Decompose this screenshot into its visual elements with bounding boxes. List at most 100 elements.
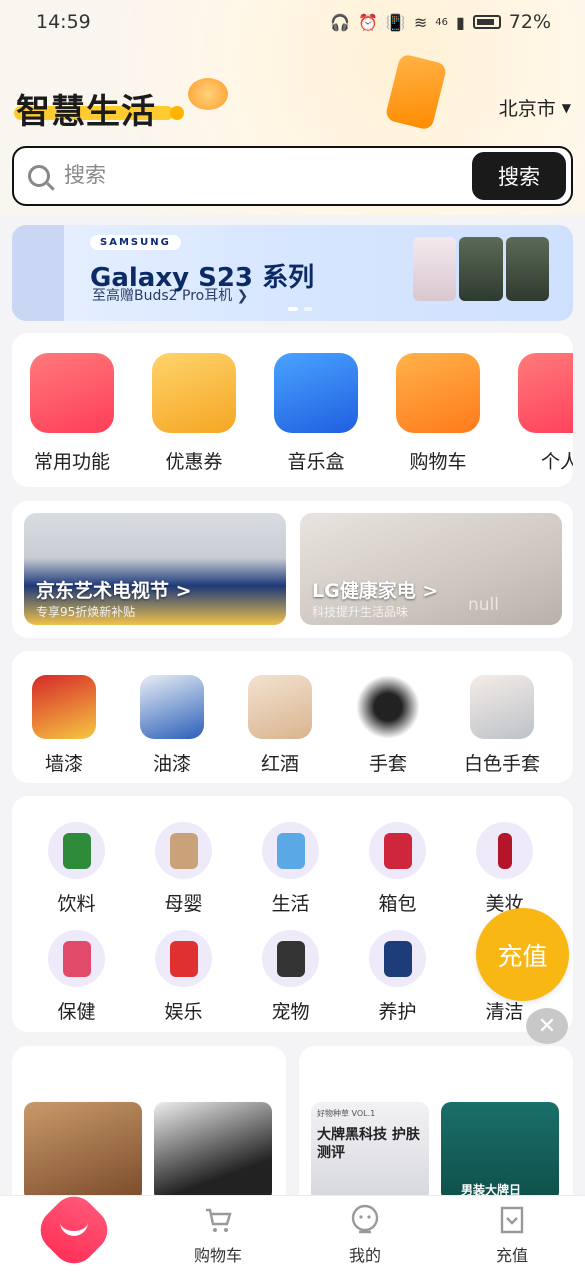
banner-prev-peek [12,225,64,321]
grid-item-care[interactable]: 养护 [369,930,426,1024]
coupon-icon [152,353,236,433]
drink-can-icon [48,822,105,879]
promo-banner[interactable]: SAMSUNG Galaxy S23 系列 至高赠Buds2 Pro耳机 ❯ [12,225,573,321]
pet-food-icon [262,930,319,987]
grid-label: 养护 [378,1001,417,1023]
tab-cart[interactable]: 购物车 [178,1204,258,1266]
engine-oil-icon [369,930,426,987]
caret-down-icon: ▼ [561,100,571,115]
wall-paint-image [32,675,96,739]
grid-label: 清洁 [485,1001,524,1023]
search-icon [28,165,50,187]
cart-icon [202,1204,234,1236]
func-label: 音乐盒 [287,451,345,473]
category-item[interactable]: 油漆 [140,675,204,776]
grid-item-baby[interactable]: 母婴 [155,822,212,916]
tab-label: 我的 [348,1246,381,1265]
headphones-icon: 🎧 [330,12,350,32]
banner-subtitle: 至高赠Buds2 Pro耳机 ❯ [92,288,249,304]
wifi-icon: ≋ [413,12,428,32]
status-icons: 🎧 ⏰ 📳 ≋ 46 ▮ 72% [330,11,551,33]
grid-label: 母婴 [164,893,203,915]
func-item-cart[interactable]: 购物车 [388,353,488,474]
water-pitcher-icon [262,822,319,879]
recharge-floating-button[interactable]: 充值 [476,908,569,1001]
banner-brand: SAMSUNG [90,235,181,250]
promo-lg[interactable]: LG健康家电 > 科技提升生活品味 null [300,513,562,625]
battery-percent: 72% [508,11,551,33]
category-item[interactable]: 手套 [356,675,420,776]
search-input[interactable] [64,164,472,188]
promo-title: LG健康家电 > [312,580,439,602]
func-label: 常用功能 [33,451,110,473]
tab-profile[interactable]: 我的 [325,1204,405,1266]
func-item-common[interactable]: 常用功能 [22,353,122,474]
category-label: 白色手套 [464,753,541,775]
supplement-jar-icon [48,930,105,987]
grid-label: 饮料 [57,893,96,915]
func-label: 个人 [540,451,573,473]
decoration-coin-icon [188,78,228,110]
menswear-image: 男装大牌日 [441,1102,559,1202]
status-bar: 14:59 🎧 ⏰ 📳 ≋ 46 ▮ 72% [0,0,585,44]
grid-item-beauty[interactable]: 美妆 [476,822,533,916]
func-item-coupon[interactable]: 优惠券 [144,353,244,474]
game-console-icon [155,930,212,987]
promo-title: 京东艺术电视节 > [36,580,192,602]
grid-item-drinks[interactable]: 饮料 [48,822,105,916]
category-label: 油漆 [152,753,191,775]
category-top-card: 墙漆 油漆 红酒 手套 白色手套 [12,651,573,783]
search-bar: 搜索 [12,146,573,206]
milk-powder-icon [155,822,212,879]
grid-item-bags[interactable]: 箱包 [369,822,426,916]
profile-icon [349,1204,381,1236]
promo-subtitle: 科技提升生活品味 [312,605,409,619]
grid-label: 保健 [57,1001,96,1023]
city-selector[interactable]: 北京市 ▼ [499,94,571,121]
feed-small-text: 好物种草 VOL.1 [317,1109,376,1118]
grid-label: 箱包 [378,893,417,915]
tab-recharge[interactable]: 充值 [472,1204,552,1266]
alarm-icon: ⏰ [357,12,378,32]
gift-box-icon [30,353,114,433]
sportswear-image [154,1102,272,1202]
category-label: 红酒 [260,753,299,775]
grid-label: 娱乐 [164,1001,203,1023]
func-item-personal[interactable]: 个人 [510,353,573,474]
skincare-review-image: 好物种草 VOL.1 大牌黑科技 护肤测评 [311,1102,429,1202]
grid-item-life[interactable]: 生活 [262,822,319,916]
func-label: 购物车 [409,451,467,473]
paint-bucket-image [140,675,204,739]
white-gloves-image [470,675,534,739]
promo-art-tv[interactable]: 京东艺术电视节 > 专享95折焕新补贴 [24,513,286,625]
logo-dot [170,106,184,120]
category-item[interactable]: 墙漆 [32,675,96,776]
banner-pagination [288,307,312,311]
grid-item-entertainment[interactable]: 娱乐 [155,930,212,1024]
promo-card: 京东艺术电视节 > 专享95折焕新补贴 LG健康家电 > 科技提升生活品味 nu… [12,501,573,638]
status-time: 14:59 [36,11,91,33]
quick-functions-card: 常用功能 优惠券 音乐盒 购物车 个人 [12,333,573,487]
grid-item-health[interactable]: 保健 [48,930,105,1024]
promo-subtitle: 专享95折焕新补贴 [36,605,136,619]
tab-label: 充值 [495,1246,528,1265]
search-button[interactable]: 搜索 [472,152,566,200]
grid-label: 生活 [271,893,310,915]
grid-item-pets[interactable]: 宠物 [262,930,319,1024]
shopping-cart-icon [396,353,480,433]
gloves-image [356,675,420,739]
red-wine-image [248,675,312,739]
category-label: 墙漆 [44,753,83,775]
gift-box-icon [518,353,573,433]
func-item-music[interactable]: 音乐盒 [266,353,366,474]
signal-icon: ▮ [455,12,465,32]
city-label: 北京市 [498,98,556,120]
category-item[interactable]: 白色手套 [464,675,540,776]
promo-overlay-text: null [468,595,499,615]
battery-icon [472,15,501,29]
func-label: 优惠券 [165,451,223,473]
network-label: 46 [435,16,448,28]
category-item[interactable]: 红酒 [248,675,312,776]
app-logo: 智慧生活 [16,92,156,132]
close-icon[interactable]: ✕ [526,1008,568,1044]
